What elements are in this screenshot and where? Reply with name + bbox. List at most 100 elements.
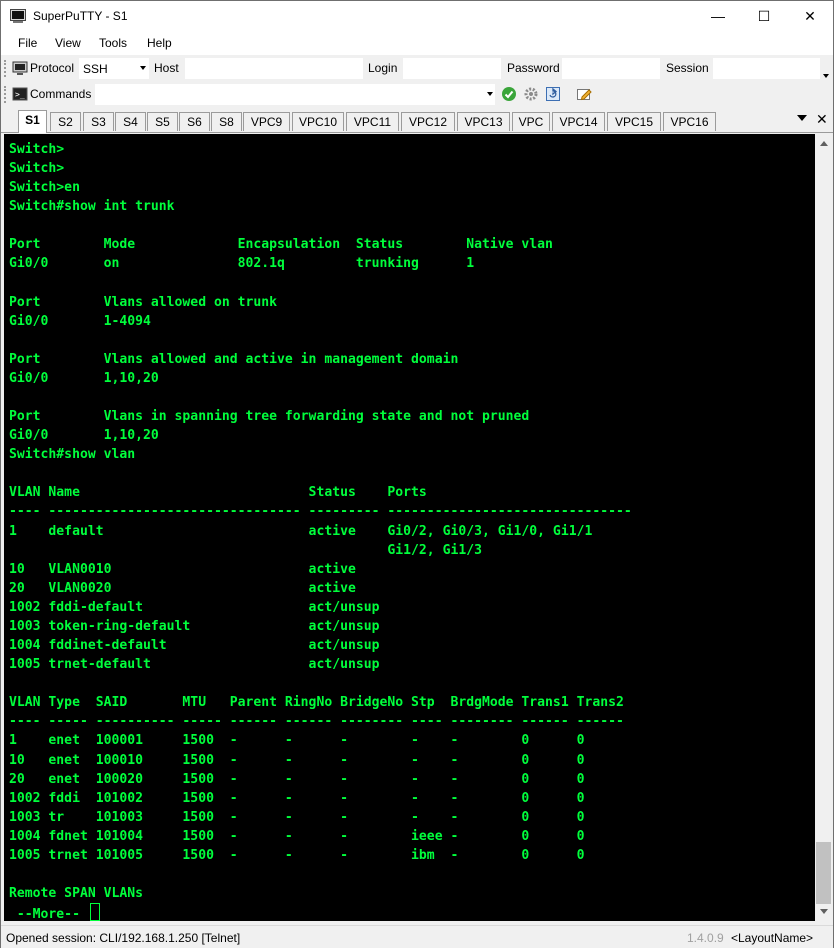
window-title: SuperPuTTY - S1 — [33, 9, 128, 23]
send-command-icon[interactable] — [501, 86, 517, 102]
protocol-select[interactable]: SSH — [79, 58, 149, 79]
terminal-line: 1 default active Gi0/2, Gi0/3, Gi1/0, Gi… — [9, 523, 593, 539]
scrollbar-thumb[interactable] — [816, 842, 831, 904]
scroll-up-icon[interactable] — [820, 141, 828, 146]
tab-vpc10[interactable]: VPC10 — [292, 112, 344, 131]
terminal-line: 1002 fddi 101002 1500 - - - - - 0 0 — [9, 790, 585, 806]
terminal-line: ---- ----- ---------- ----- ------ -----… — [9, 714, 624, 730]
minimize-button[interactable]: — — [695, 1, 741, 31]
terminal-output[interactable]: Switch> Switch> Switch>en Switch#show int t… — [4, 134, 815, 921]
status-bar: Opened session: CLI/192.168.1.250 [Telne… — [1, 925, 833, 948]
refresh-icon[interactable] — [545, 86, 561, 102]
version-label: 1.4.0.9 — [687, 931, 724, 945]
scroll-down-icon[interactable] — [820, 909, 828, 914]
close-tab-icon[interactable]: ✕ — [816, 111, 828, 128]
terminal-line: 1003 tr 101003 1500 - - - - - 0 0 — [9, 809, 585, 825]
tab-vpc[interactable]: VPC — [512, 112, 550, 131]
putty-app-icon — [10, 9, 26, 23]
chevron-down-icon — [140, 66, 146, 70]
session-label: Session — [666, 61, 709, 75]
terminal-prompt-line: --More-- — [9, 903, 632, 921]
terminal-line: 1003 token-ring-default act/unsup — [9, 618, 380, 634]
edit-icon[interactable] — [576, 86, 592, 102]
tab-vpc13[interactable]: VPC13 — [457, 112, 510, 131]
terminal-line: Switch#show int trunk — [9, 199, 175, 215]
terminal-line: 1004 fddinet-default act/unsup — [9, 638, 380, 654]
terminal-line: 20 enet 100020 1500 - - - - - 0 0 — [9, 771, 585, 787]
host-input[interactable] — [185, 58, 363, 79]
tab-vpc12[interactable]: VPC12 — [401, 112, 455, 131]
tab-s8[interactable]: S8 — [211, 112, 242, 131]
toolbar-grip[interactable] — [4, 86, 9, 103]
text-cursor — [89, 903, 100, 921]
password-input[interactable] — [562, 58, 660, 79]
terminal-line: Port Vlans allowed on trunk — [9, 294, 278, 310]
gear-icon[interactable] — [523, 86, 539, 102]
terminal-line: 10 VLAN0010 active — [9, 561, 356, 577]
terminal-line: VLAN Name Status Ports — [9, 485, 427, 501]
tab-s4[interactable]: S4 — [115, 112, 146, 131]
chevron-down-icon — [487, 92, 493, 96]
terminal-line: Switch>en — [9, 180, 80, 196]
menu-bar: File View Tools Help — [1, 31, 833, 55]
toolbar-grip[interactable] — [4, 60, 9, 77]
terminal-scrollbar[interactable] — [815, 134, 832, 921]
menu-file[interactable]: File — [18, 36, 37, 50]
tab-list-dropdown-icon[interactable] — [797, 115, 807, 121]
menu-view[interactable]: View — [55, 36, 81, 50]
terminal-line: Remote SPAN VLANs — [9, 886, 144, 902]
terminal-line: Port Vlans allowed and active in managem… — [9, 351, 459, 367]
connection-toolbar: Protocol SSH Host Login Password Session — [1, 56, 833, 81]
terminal-line: 1002 fddi-default act/unsup — [9, 599, 380, 615]
terminal-line: 20 VLAN0020 active — [9, 580, 356, 596]
tab-vpc9[interactable]: VPC9 — [243, 112, 290, 131]
session-select[interactable] — [713, 58, 820, 79]
login-input[interactable] — [403, 58, 501, 79]
tab-vpc15[interactable]: VPC15 — [607, 112, 661, 131]
app-window: SuperPuTTY - S1 — ☐ ✕ File View Tools He… — [0, 0, 834, 948]
title-bar: SuperPuTTY - S1 — ☐ ✕ — [1, 1, 833, 31]
tab-s1[interactable]: S1 — [18, 110, 47, 133]
host-label: Host — [154, 61, 179, 75]
password-label: Password — [507, 61, 560, 75]
menu-help[interactable]: Help — [147, 36, 172, 50]
terminal-line: Gi0/0 1,10,20 — [9, 428, 159, 444]
command-input[interactable] — [95, 84, 495, 105]
tab-s3[interactable]: S3 — [83, 112, 114, 131]
tab-s5[interactable]: S5 — [147, 112, 178, 131]
commands-icon: >_ — [12, 87, 28, 101]
terminal-line: Gi0/0 1-4094 — [9, 313, 151, 329]
layout-name[interactable]: <LayoutName> — [731, 931, 813, 945]
tab-vpc16[interactable]: VPC16 — [663, 112, 716, 131]
terminal-text: Switch> Switch> Switch>en Switch#show int t… — [9, 140, 632, 921]
toolbar-overflow-icon[interactable] — [823, 74, 829, 78]
close-button[interactable]: ✕ — [787, 1, 833, 31]
more-prompt: --More-- — [9, 907, 88, 921]
terminal-line: 1005 trnet-default act/unsup — [9, 657, 380, 673]
commands-toolbar: >_ Commands — [1, 82, 833, 107]
tab-vpc14[interactable]: VPC14 — [552, 112, 605, 131]
terminal-line: ---- -------------------------------- --… — [9, 504, 632, 520]
terminal-line: 10 enet 100010 1500 - - - - - 0 0 — [9, 752, 585, 768]
svg-text:>_: >_ — [15, 90, 25, 99]
tab-s2[interactable]: S2 — [50, 112, 81, 131]
terminal-line: Gi1/2, Gi1/3 — [9, 542, 482, 558]
terminal-line: Gi0/0 on 802.1q trunking 1 — [9, 256, 475, 272]
protocol-value: SSH — [83, 62, 108, 76]
terminal-line: 1004 fdnet 101004 1500 - - - ieee - 0 0 — [9, 828, 585, 844]
menu-tools[interactable]: Tools — [99, 36, 127, 50]
tab-vpc11[interactable]: VPC11 — [346, 112, 399, 131]
terminal-line: 1 enet 100001 1500 - - - - - 0 0 — [9, 733, 585, 749]
status-message: Opened session: CLI/192.168.1.250 [Telne… — [6, 931, 241, 945]
terminal-line: Switch> — [9, 161, 65, 177]
maximize-button[interactable]: ☐ — [741, 1, 787, 31]
session-tabs: S1 S2 S3 S4 S5 S6 S8 VPC9 VPC10 VPC11 VP… — [1, 108, 833, 133]
tab-s6[interactable]: S6 — [179, 112, 210, 131]
